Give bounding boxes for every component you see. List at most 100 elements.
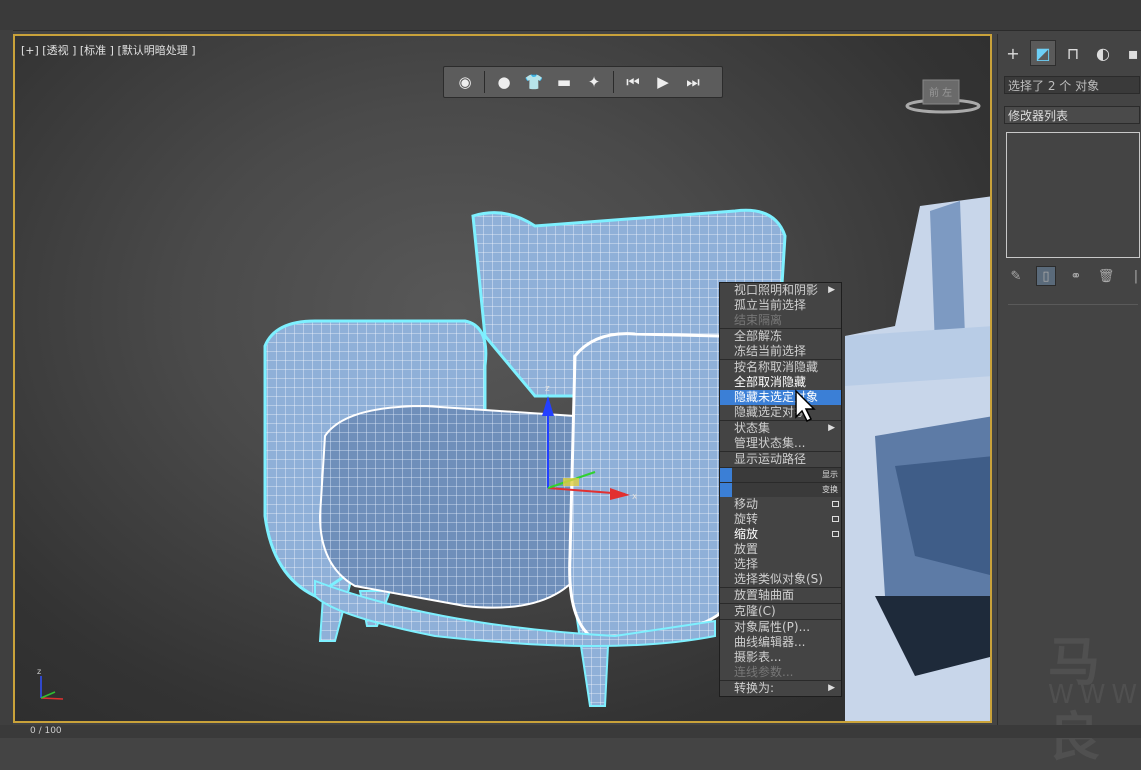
menu-item-label: 全部解冻: [734, 329, 783, 343]
menu-item[interactable]: 放置轴曲面: [720, 587, 841, 603]
motion-icon[interactable]: ◐: [1090, 40, 1116, 66]
background-object: [845, 196, 990, 721]
menu-item[interactable]: 按名称取消隐藏: [720, 359, 841, 375]
menu-item[interactable]: 视口照明和阴影 ▶: [720, 283, 841, 298]
frame-counter: 0 / 100: [30, 726, 62, 736]
remove-modifier-icon[interactable]: 🗑: [1096, 266, 1116, 286]
quad-label-text: 变换: [822, 485, 838, 494]
menu-item-label: 按名称取消隐藏: [734, 360, 819, 374]
menu-item-label: 状态集: [734, 421, 771, 435]
viewport-settings-icon[interactable]: ◉: [452, 70, 478, 94]
menu-item[interactable]: 隐藏未选定对象: [720, 390, 841, 405]
svg-text:z: z: [545, 384, 550, 394]
menu-item-label: 视口照明和阴影: [734, 283, 819, 297]
menu-item-label: 选择: [734, 557, 759, 571]
menu-item-label: 对象属性(P)...: [734, 620, 811, 634]
axis-tripod: z: [37, 667, 64, 700]
menu-item-label: 转换为:: [734, 681, 775, 695]
mouse-cursor-icon: [794, 389, 818, 427]
viewcube[interactable]: 前 左: [903, 76, 983, 120]
selection-name-field[interactable]: 选择了 2 个 对象: [1004, 76, 1140, 94]
menu-item: 结束隔离: [720, 313, 841, 328]
quad-label: 显示: [720, 467, 841, 482]
eraser-icon[interactable]: ▬: [551, 70, 577, 94]
menu-item[interactable]: 移动: [720, 497, 841, 512]
modify-icon[interactable]: ◩: [1030, 40, 1056, 66]
key-next-icon[interactable]: ⏭: [680, 70, 706, 94]
light-sparkle-icon[interactable]: ✦: [581, 70, 607, 94]
menu-item[interactable]: 转换为: ▶: [720, 680, 841, 696]
time-slider[interactable]: 0 / 100: [0, 725, 1141, 738]
menu-item[interactable]: 放置: [720, 542, 841, 557]
watermark-url: WWW.: [1048, 680, 1141, 710]
menu-item[interactable]: 缩放: [720, 527, 841, 542]
command-panel-tabs: + ◩ ⊓ ◐ ▪: [1000, 40, 1141, 66]
menu-item-label: 全部取消隐藏: [734, 375, 807, 389]
menu-item[interactable]: 旋转: [720, 512, 841, 527]
menu-item-label: 缩放: [734, 527, 759, 541]
material-shirt-icon[interactable]: 👕: [521, 70, 547, 94]
menu-item-label: 摄影表...: [734, 650, 782, 664]
menu-item[interactable]: 冻结当前选择: [720, 344, 841, 359]
menu-item-label: 选择类似对象(S): [734, 572, 823, 586]
quad-indicator: [720, 468, 732, 482]
scene-3d[interactable]: z x z: [15, 36, 992, 723]
menu-item: 连线参数...: [720, 665, 841, 680]
settings-box-icon[interactable]: [832, 531, 839, 537]
menu-item-label: 连线参数...: [734, 665, 794, 679]
menu-item-label: 冻结当前选择: [734, 344, 807, 358]
submenu-arrow-icon: ▶: [828, 683, 835, 693]
toolbar-separator: [613, 71, 614, 93]
menu-item[interactable]: 孤立当前选择: [720, 298, 841, 313]
shading-sphere-icon[interactable]: ●: [491, 70, 517, 94]
menu-item[interactable]: 选择: [720, 557, 841, 572]
hierarchy-icon[interactable]: ⊓: [1060, 40, 1086, 66]
menu-item[interactable]: 克隆(C): [720, 603, 841, 619]
menu-item[interactable]: 全部解冻: [720, 328, 841, 344]
toolbar-separator: [484, 71, 485, 93]
left-strip: [0, 30, 13, 730]
menu-item[interactable]: 管理状态集...: [720, 436, 841, 451]
menu-item-label: 移动: [734, 497, 759, 511]
key-prev-icon[interactable]: ⏮: [620, 70, 646, 94]
settings-box-icon[interactable]: [832, 501, 839, 507]
viewport-floating-toolbar: ◉ ● 👕 ▬ ✦ ⏮ ▶ ⏭: [443, 66, 723, 98]
menu-item[interactable]: 显示运动路径: [720, 451, 841, 467]
menu-item[interactable]: 全部取消隐藏: [720, 375, 841, 390]
submenu-arrow-icon: ▶: [828, 423, 835, 433]
menu-item-label: 旋转: [734, 512, 759, 526]
viewcube-label: 前 左: [929, 86, 952, 99]
modifier-stack[interactable]: [1006, 132, 1140, 258]
quad-label: 变换: [720, 482, 841, 497]
viewport-label[interactable]: [+] [透视 ] [标准 ] [默认明暗处理 ]: [21, 42, 196, 58]
play-icon[interactable]: ▶: [650, 70, 676, 94]
display-icon[interactable]: ▪: [1120, 40, 1141, 66]
pin-stack-icon[interactable]: ✎: [1006, 266, 1026, 286]
svg-text:x: x: [632, 492, 638, 502]
svg-text:z: z: [37, 667, 41, 676]
submenu-arrow-icon: ▶: [828, 285, 835, 295]
menu-item-label: 结束隔离: [734, 313, 783, 327]
menu-item-label: 孤立当前选择: [734, 298, 807, 312]
menu-item-label: 放置: [734, 542, 759, 556]
perspective-viewport[interactable]: z x z [+] [透视 ] [标准 ] [默认明暗处理 ] ◉ ● 👕 ▬ …: [13, 34, 992, 723]
show-end-result-icon[interactable]: ▯: [1036, 266, 1056, 286]
quad-label-text: 显示: [822, 470, 838, 479]
menu-item-label: 曲线编辑器...: [734, 635, 806, 649]
menu-item[interactable]: 曲线编辑器...: [720, 635, 841, 650]
menu-item[interactable]: 摄影表...: [720, 650, 841, 665]
menu-item[interactable]: 对象属性(P)...: [720, 619, 841, 635]
configure-icon[interactable]: |: [1126, 266, 1141, 286]
menu-item[interactable]: 隐藏选定对象: [720, 405, 841, 420]
menu-item[interactable]: 选择类似对象(S): [720, 572, 841, 587]
menu-item-label: 显示运动路径: [734, 452, 807, 466]
modifier-stack-tools: ✎ ▯ ⚭ 🗑 |: [1006, 266, 1141, 286]
settings-box-icon[interactable]: [832, 516, 839, 522]
quad-indicator: [720, 483, 732, 497]
menu-item[interactable]: 状态集 ▶: [720, 420, 841, 436]
modifier-list-dropdown[interactable]: 修改器列表: [1004, 106, 1140, 124]
make-unique-icon[interactable]: ⚭: [1066, 266, 1086, 286]
panel-divider: [1008, 304, 1138, 305]
armchair-model[interactable]: [263, 208, 787, 707]
create-plus-icon[interactable]: +: [1000, 40, 1026, 66]
